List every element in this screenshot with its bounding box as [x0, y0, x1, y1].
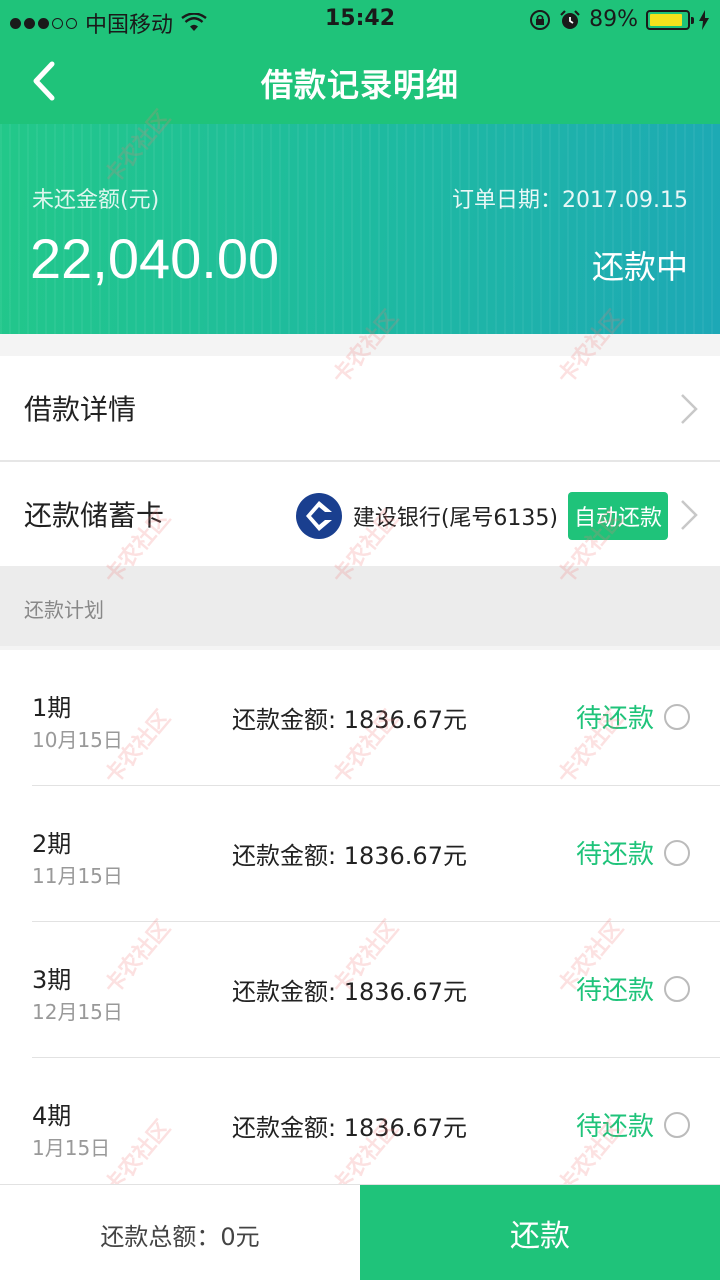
bottom-bar: 还款总额：0元 还款: [0, 1184, 720, 1280]
chevron-right-icon: [681, 394, 698, 424]
installment-row[interactable]: 2期 11月15日 还款金额: 1836.67元 待还款: [0, 786, 720, 922]
bank-name: 建设银行(尾号6135): [352, 506, 558, 531]
installment-status: 待还款: [575, 976, 654, 1006]
installment-select-radio[interactable]: [664, 976, 690, 1002]
installment-row[interactable]: 4期 1月15日 还款金额: 1836.67元 待还款: [0, 1058, 720, 1194]
installment-amount: 还款金额: 1836.67元: [232, 1114, 467, 1142]
repay-button[interactable]: 还款: [360, 1185, 720, 1280]
installment-status: 待还款: [575, 1112, 654, 1142]
installment-period: 2期: [32, 830, 72, 858]
alarm-icon: [560, 9, 580, 29]
auto-repay-badge: 自动还款: [567, 492, 668, 540]
installment-row[interactable]: 3期 12月15日 还款金额: 1836.67元 待还款: [0, 922, 720, 1058]
installment-amount: 还款金额: 1836.67元: [232, 978, 467, 1006]
installment-row[interactable]: 1期 10月15日 还款金额: 1836.67元 待还款: [0, 650, 720, 786]
unpaid-amount-label: 未还金额(元): [32, 188, 160, 213]
installment-amount: 还款金额: 1836.67元: [232, 842, 467, 870]
installment-period: 3期: [32, 966, 72, 994]
installment-select-radio[interactable]: [664, 840, 690, 866]
rotation-lock-icon: [530, 9, 551, 30]
repayment-card-row[interactable]: 还款储蓄卡 建设银行(尾号6135) 自动还款: [0, 462, 720, 566]
bank-info: 建设银行(尾号6135) 自动还款: [295, 492, 668, 540]
installment-select-radio[interactable]: [664, 1112, 690, 1138]
page-title: 借款记录明细: [260, 66, 459, 104]
repayment-plan-header: 还款计划: [0, 566, 720, 646]
status-bar: 中国移动 15:42 89%: [0, 0, 720, 40]
charging-icon: [699, 9, 709, 30]
unpaid-amount-value: 22,040.00: [30, 227, 280, 290]
app-screen: 中国移动 15:42 89% 借款记录明细 未还金额(元) 订单日期：2017.…: [0, 0, 720, 1280]
battery-icon: [646, 9, 694, 30]
installment-date: 12月15日: [32, 1000, 123, 1024]
order-date: 订单日期：2017.09.15: [452, 188, 688, 213]
installment-amount: 还款金额: 1836.67元: [232, 706, 467, 734]
system-indicators: 89%: [529, 7, 710, 32]
nav-bar: 借款记录明细: [0, 40, 720, 124]
installment-select-radio[interactable]: [664, 704, 690, 730]
loan-status: 还款中: [591, 248, 688, 286]
installment-date: 10月15日: [32, 728, 123, 752]
installment-period: 1期: [32, 694, 72, 722]
loan-detail-row[interactable]: 借款详情: [0, 356, 720, 460]
chevron-right-icon: [681, 500, 698, 530]
repay-total: 还款总额：0元: [100, 1223, 260, 1251]
loan-summary-card: 未还金额(元) 订单日期：2017.09.15 22,040.00 还款中: [0, 124, 720, 334]
battery-percent: 89%: [589, 7, 638, 32]
installment-period: 4期: [32, 1102, 72, 1130]
installment-date: 11月15日: [32, 864, 123, 888]
repayment-plan-title: 还款计划: [24, 598, 104, 622]
installment-date: 1月15日: [32, 1136, 111, 1160]
ccb-bank-logo-icon: [295, 493, 342, 539]
battery-fill: [650, 13, 683, 26]
loan-detail-label: 借款详情: [24, 393, 137, 426]
installment-status: 待还款: [575, 840, 654, 870]
repayment-card-label: 还款储蓄卡: [24, 499, 165, 532]
installment-status: 待还款: [575, 704, 654, 734]
